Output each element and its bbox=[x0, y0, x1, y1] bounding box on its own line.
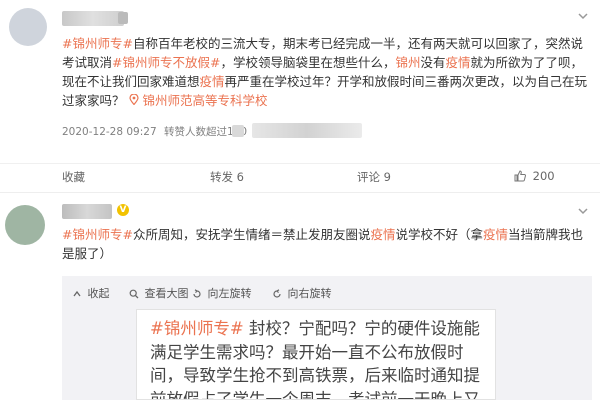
avatar[interactable] bbox=[5, 205, 45, 245]
post-text: #锦州师专#众所周知，安抚学生情绪＝禁止发朋友圈说疫情说学校不好（拿疫情当挡箭牌… bbox=[62, 225, 592, 263]
magnifier-icon bbox=[129, 287, 145, 300]
action-bar: 收藏 转发 6 评论 9 200 bbox=[0, 163, 600, 185]
hashtag-link[interactable]: #锦州师专# bbox=[62, 36, 133, 51]
post-text-segment: 没有 bbox=[420, 55, 446, 70]
like-button[interactable]: 200 bbox=[514, 169, 555, 183]
verified-badge-icon: V bbox=[117, 204, 129, 216]
collapse-label: 收起 bbox=[87, 287, 110, 300]
username-redacted[interactable] bbox=[62, 204, 112, 219]
chevron-down-icon[interactable] bbox=[576, 205, 590, 219]
collapse-icon bbox=[72, 287, 88, 300]
thumbs-up-icon bbox=[514, 169, 533, 183]
keyword-link[interactable]: 疫情 bbox=[370, 227, 395, 242]
keyword-link[interactable]: 疫情 bbox=[200, 74, 225, 89]
favorite-label: 收藏 bbox=[62, 170, 85, 184]
comment-button[interactable]: 评论 9 bbox=[357, 169, 391, 185]
view-large-label: 查看大图 bbox=[144, 287, 189, 300]
rotate-left-button[interactable]: 向左旋转 bbox=[192, 285, 252, 301]
avatar[interactable] bbox=[9, 8, 47, 46]
post-text-segment: 众所周知，安抚学生情绪＝禁止发朋友圈说 bbox=[132, 227, 371, 242]
forward-button[interactable]: 转发 6 bbox=[210, 169, 244, 185]
hashtag-link[interactable]: #锦州师专不放假# bbox=[112, 55, 220, 70]
username-redacted-tail bbox=[118, 12, 128, 24]
keyword-link[interactable]: 锦州 bbox=[395, 55, 420, 70]
rotate-left-icon bbox=[192, 287, 208, 300]
forward-label: 转发 6 bbox=[210, 170, 244, 184]
comment-label: 评论 9 bbox=[357, 170, 391, 184]
username-redacted[interactable] bbox=[62, 11, 124, 26]
location-pin-icon bbox=[128, 93, 139, 108]
meta-redacted-icon bbox=[232, 125, 244, 137]
post-meta: 2020-12-28 09:27 转赞人数超过100 bbox=[62, 124, 251, 139]
image-text: #锦州师专# 封校？宁配吗？宁的硬件设施能满足学生需求吗？最开始一直不公布放假时… bbox=[150, 317, 490, 399]
favorite-button[interactable]: 收藏 bbox=[62, 169, 85, 185]
location-label: 锦州师范高等专科学校 bbox=[142, 93, 268, 108]
rotate-right-button[interactable]: 向右旋转 bbox=[272, 285, 332, 301]
keyword-link[interactable]: 疫情 bbox=[446, 55, 471, 70]
post-text-segment: 说学校不好（拿 bbox=[395, 227, 483, 242]
view-large-button[interactable]: 查看大图 bbox=[129, 285, 189, 301]
post-text: #锦州师专#自称百年老校的三流大专，期末考已经完成一半，还有两天就可以回家了，突… bbox=[62, 34, 592, 111]
post-image[interactable]: #锦州师专# 封校？宁配吗？宁的硬件设施能满足学生需求吗？最开始一直不公布放假时… bbox=[136, 309, 496, 400]
collapse-button[interactable]: 收起 bbox=[72, 285, 110, 301]
hashtag-link[interactable]: #锦州师专# bbox=[62, 227, 133, 242]
meta-redacted-source bbox=[252, 123, 362, 138]
rotate-left-label: 向左旋转 bbox=[207, 287, 252, 300]
like-count: 200 bbox=[532, 169, 555, 183]
weibo-post-1: #锦州师专#自称百年老校的三流大专，期末考已经完成一半，还有两天就可以回家了，突… bbox=[0, 0, 600, 193]
image-text-tag: #锦州师专# bbox=[150, 319, 244, 338]
post-text-segment: ，学校领导脑袋里在想些什么， bbox=[220, 55, 396, 70]
keyword-link[interactable]: 疫情 bbox=[483, 227, 508, 242]
chevron-down-icon[interactable] bbox=[576, 10, 590, 24]
timestamp: 2020-12-28 09:27 bbox=[62, 126, 157, 138]
rotate-right-label: 向右旋转 bbox=[287, 287, 332, 300]
rotate-right-icon bbox=[272, 287, 288, 300]
location-link[interactable]: 锦州师范高等专科学校 bbox=[125, 93, 268, 108]
